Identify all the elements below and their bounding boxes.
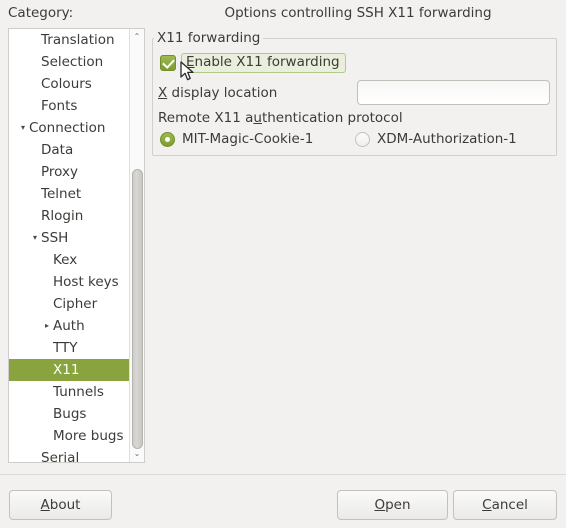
- sidebar-item-label: Translation: [41, 32, 115, 48]
- sidebar-item-label: Connection: [29, 120, 106, 136]
- x11-forwarding-group-title: X11 forwarding: [154, 30, 264, 46]
- sidebar-item-label: Proxy: [41, 164, 78, 180]
- sidebar-item-tty[interactable]: TTY: [9, 337, 129, 359]
- open-mnemonic: O: [374, 497, 386, 513]
- enable-x11-forwarding-checkbox[interactable]: [160, 55, 176, 71]
- sidebar-item-label: Telnet: [41, 186, 82, 202]
- sidebar-item-x11[interactable]: X11: [9, 359, 144, 381]
- radio-mit-magic-cookie-1-indicator[interactable]: [160, 131, 175, 147]
- sidebar-item-label: TTY: [53, 340, 78, 356]
- sidebar-item-fonts[interactable]: Fonts: [9, 95, 129, 117]
- auth-label-part2: thentication protocol: [261, 110, 403, 126]
- remote-x11-auth-protocol-label: Remote X11 authentication protocol: [158, 110, 403, 126]
- open-button[interactable]: Open: [337, 490, 448, 520]
- sidebar-item-connection[interactable]: ▾ Connection: [9, 117, 129, 139]
- sidebar-item-selection[interactable]: Selection: [9, 51, 129, 73]
- cancel-label-rest: ancel: [491, 497, 528, 513]
- sidebar-item-label: Cipher: [53, 296, 98, 312]
- category-label: Category:: [8, 5, 74, 21]
- sidebar-item-tunnels[interactable]: Tunnels: [9, 381, 129, 403]
- radio-xdm-authorization-1-indicator[interactable]: [355, 131, 370, 147]
- about-label-rest: bout: [49, 497, 81, 513]
- radio-xdm-authorization-1-label: XDM-Authorization-1: [377, 131, 517, 147]
- enable-label-rest: nable X11 forwarding: [194, 54, 340, 70]
- scroll-down-icon[interactable]: ⌄: [130, 447, 144, 461]
- auth-mnemonic: u: [253, 110, 262, 126]
- sidebar-item-label: Serial: [41, 450, 80, 463]
- scroll-up-icon[interactable]: ⌃: [130, 30, 144, 44]
- radio-xdm-authorization-1[interactable]: XDM-Authorization-1: [355, 131, 517, 147]
- sidebar-item-more-bugs[interactable]: More bugs: [9, 425, 129, 447]
- sidebar-item-colours[interactable]: Colours: [9, 73, 129, 95]
- cancel-mnemonic: C: [482, 497, 492, 513]
- sidebar-item-label: Selection: [41, 54, 104, 70]
- category-tree-list: Translation Selection Colours Fonts ▾ Connect…: [9, 29, 144, 463]
- chevron-down-icon[interactable]: ▾: [29, 227, 41, 249]
- footer-separator: [0, 474, 566, 475]
- sidebar-item-label: Tunnels: [53, 384, 104, 400]
- enable-x11-forwarding-row[interactable]: Enable X11 forwarding: [160, 53, 346, 73]
- sidebar-item-bugs[interactable]: Bugs: [9, 403, 129, 425]
- x-display-location-input[interactable]: [357, 80, 550, 105]
- about-mnemonic: A: [40, 497, 50, 513]
- sidebar-item-label: Host keys: [53, 274, 119, 290]
- open-label-rest: pen: [385, 497, 411, 513]
- sidebar-item-cipher[interactable]: Cipher: [9, 293, 129, 315]
- cancel-button[interactable]: Cancel: [453, 490, 557, 520]
- sidebar-item-label: More bugs: [53, 428, 124, 444]
- sidebar-item-kex[interactable]: Kex: [9, 249, 129, 271]
- enable-mnemonic: E: [186, 54, 195, 70]
- sidebar-item-translation[interactable]: Translation: [9, 29, 129, 51]
- sidebar-item-auth[interactable]: ▸ Auth: [9, 315, 129, 337]
- chevron-down-icon[interactable]: ▾: [17, 117, 29, 139]
- sidebar-item-proxy[interactable]: Proxy: [9, 161, 129, 183]
- x-display-mnemonic: X: [158, 85, 168, 101]
- sidebar-item-ssh[interactable]: ▾ SSH: [9, 227, 129, 249]
- enable-x11-forwarding-label[interactable]: Enable X11 forwarding: [181, 53, 346, 73]
- sidebar-item-label: Fonts: [41, 98, 78, 114]
- sidebar-item-serial[interactable]: Serial: [9, 447, 129, 463]
- category-tree[interactable]: Translation Selection Colours Fonts ▾ Connect…: [8, 28, 145, 463]
- page-title: Options controlling SSH X11 forwarding: [224, 5, 492, 21]
- sidebar-item-label: Auth: [53, 318, 85, 334]
- sidebar-item-telnet[interactable]: Telnet: [9, 183, 129, 205]
- sidebar-item-host-keys[interactable]: Host keys: [9, 271, 129, 293]
- chevron-right-icon[interactable]: ▸: [41, 315, 53, 337]
- sidebar-item-label: Colours: [41, 76, 92, 92]
- sidebar-item-rlogin[interactable]: Rlogin: [9, 205, 129, 227]
- sidebar-item-label: SSH: [41, 230, 69, 246]
- radio-mit-magic-cookie-1-label: MIT-Magic-Cookie-1: [182, 131, 314, 147]
- radio-mit-magic-cookie-1[interactable]: MIT-Magic-Cookie-1: [160, 131, 313, 147]
- sidebar-item-label: X11: [53, 362, 80, 378]
- about-button[interactable]: About: [9, 490, 112, 520]
- sidebar-item-label: Kex: [53, 252, 78, 268]
- sidebar-item-label: Rlogin: [41, 208, 84, 224]
- x-display-label-rest: display location: [167, 85, 278, 101]
- sidebar-item-label: Bugs: [53, 406, 87, 422]
- tree-scrollbar[interactable]: ⌃ ⌄: [129, 29, 144, 462]
- x-display-location-label: X display location: [158, 85, 277, 101]
- sidebar-item-data[interactable]: Data: [9, 139, 129, 161]
- auth-label-part1: Remote X11 a: [158, 110, 254, 126]
- sidebar-item-label: Data: [41, 142, 74, 158]
- scrollbar-thumb[interactable]: [132, 169, 143, 449]
